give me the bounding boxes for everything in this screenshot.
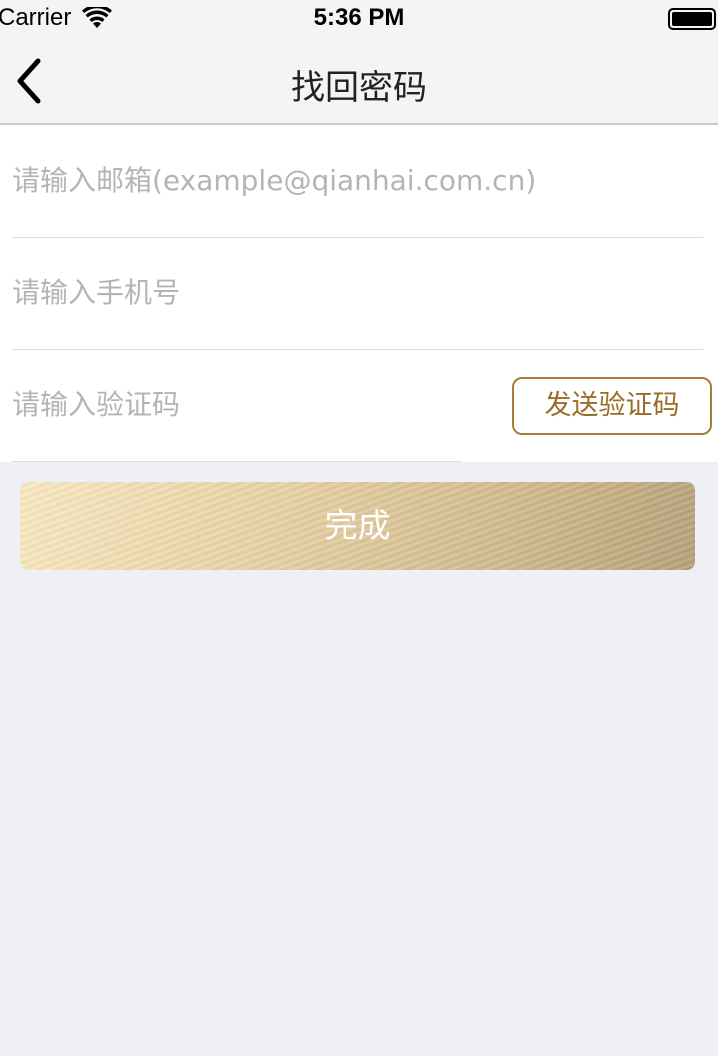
battery-level — [672, 12, 712, 26]
divider — [12, 461, 462, 462]
verification-code-field[interactable] — [12, 377, 492, 431]
phone-row — [0, 237, 718, 349]
screen: Carrier 5:36 PM 找回密码 请输入邮箱(example@qianh… — [0, 0, 718, 1056]
page-title: 找回密码 — [291, 68, 427, 108]
send-code-button[interactable]: 发送验证码 — [512, 377, 712, 435]
status-bar: Carrier 5:36 PM — [0, 0, 718, 38]
email-row — [0, 125, 718, 237]
nav-bar: 找回密码 — [0, 38, 718, 125]
submit-button[interactable]: 完成 — [20, 482, 695, 570]
email-field[interactable] — [12, 153, 702, 207]
status-time: 5:36 PM — [313, 4, 405, 31]
battery-icon — [668, 8, 716, 30]
phone-field[interactable] — [12, 265, 702, 319]
form-card: 发送验证码 — [0, 125, 718, 462]
